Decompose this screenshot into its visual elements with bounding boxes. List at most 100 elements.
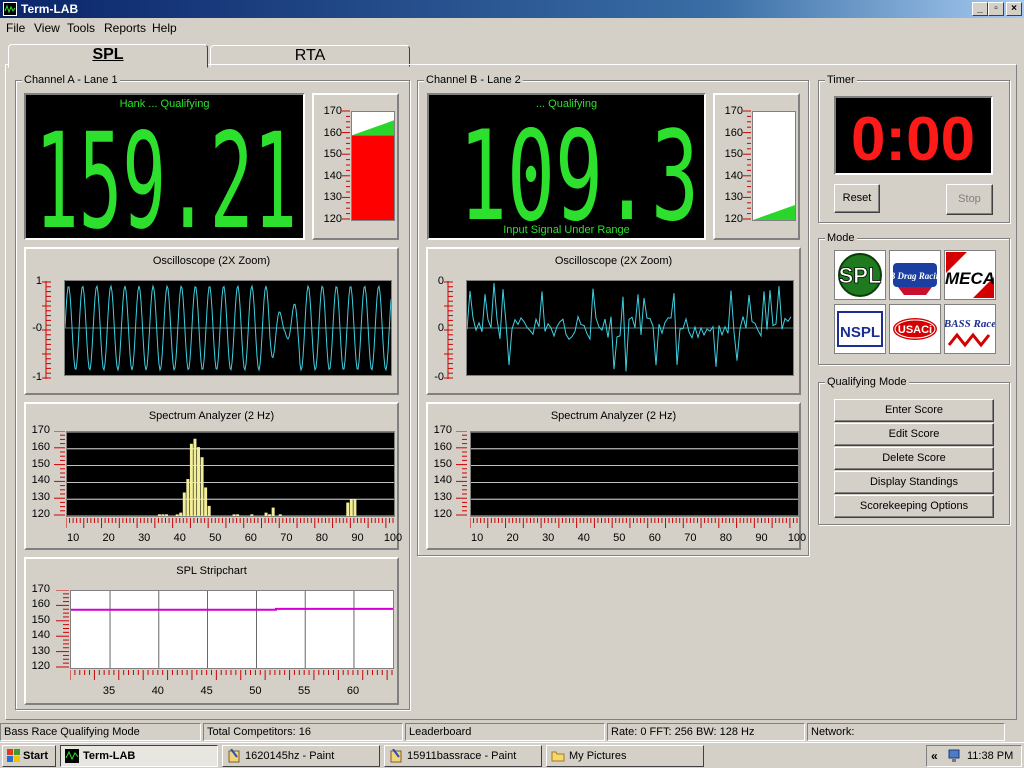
edit-score-button[interactable]: Edit Score [834,423,994,446]
mode-db-drag-logo[interactable]: dB Drag Racing [889,250,941,300]
status-bar: Bass Race Qualifying Mode Total Competit… [0,723,1024,741]
channel-a-spectrum-analyzer: Spectrum Analyzer (2 Hz) 170 160 150 140 130… [24,402,402,550]
spectrum-x-tick: 30 [542,532,555,544]
svg-text:USACi: USACi [898,324,932,336]
channel-b-spectrum-plot [470,431,799,517]
svg-text:SPL: SPL [839,263,882,288]
close-button[interactable]: × [1006,2,1022,16]
enter-score-button[interactable]: Enter Score [834,399,994,422]
taskbar-item-term-lab[interactable]: Term-LAB [60,745,218,767]
stop-button[interactable]: Stop [946,184,993,215]
strip-y-ruler [56,590,69,668]
strip-y-tick: 160 [31,598,50,611]
channel-b-oscilloscope: Oscilloscope (2X Zoom) 0 0 -0 [426,247,801,395]
level-fill [352,135,394,220]
start-button[interactable]: Start [2,745,56,767]
channel-a-scope-title: Oscilloscope (2X Zoom) [152,255,271,267]
status-network: Network: [807,723,1005,741]
tray-chevron-icon[interactable]: « [931,749,938,763]
menu-reports[interactable]: Reports [104,21,146,35]
spectrum-y-ruler [456,431,467,516]
spl-logo-icon: SPL [838,253,882,297]
bar-scale-tick: 140 [724,169,743,182]
timer-value: 0:00 [851,105,975,174]
spectrum-y-tick: 130 [433,491,452,504]
strip-x-tick: 55 [298,685,311,697]
bar-scale-tick: 150 [323,148,342,161]
channel-a-scope-plot [64,280,392,376]
folder-icon [551,749,565,763]
bar-scale-tick: 120 [323,213,342,225]
bar-scale-tick: 160 [323,126,342,139]
mode-usaci-logo[interactable]: USACi [889,304,941,354]
channel-b-level-bar: 170 160 150 140 130 120 [713,93,800,240]
strip-x-tick: 50 [249,685,262,697]
menu-bar: File View Tools Reports Help [0,19,1024,37]
scope-tick: 0 [437,322,444,334]
taskbar-item-label: My Pictures [569,750,627,762]
spectrum-x-tick: 50 [209,532,222,544]
reset-button[interactable]: Reset [834,184,880,213]
strip-ruler [70,670,393,680]
bar-scale-tick: 170 [724,105,743,117]
menu-file[interactable]: File [6,21,25,35]
bar-scale-tick: 130 [323,191,342,204]
spectrum-bar [232,514,236,516]
scorekeeping-options-button[interactable]: Scorekeeping Options [834,495,994,518]
paint-icon [227,748,241,763]
spectrum-bar [186,479,190,516]
windows-logo-icon [7,749,21,763]
level-indicator [753,205,795,220]
spectrum-bar [161,514,165,516]
spectrum-y-tick: 160 [31,440,50,453]
taskbar-item-my-pictures[interactable]: My Pictures [546,745,704,767]
qualifying-mode-label: Qualifying Mode [825,376,909,388]
taskbar-item-paint-1[interactable]: 1620145hz - Paint [222,745,380,767]
timer-text: 0:00 [851,105,975,173]
bar-scale-tick: 120 [724,213,743,225]
tab-spl[interactable]: SPL [8,44,208,68]
mode-nspl-logo[interactable]: NSPL [834,304,886,354]
svg-text:BASS Race: BASS Race [945,318,995,330]
spectrum-bar [346,502,350,516]
mode-bass-race-logo[interactable]: BASS Race [944,304,996,354]
taskbar-item-paint-2[interactable]: 15911bassrace - Paint [384,745,542,767]
taskbar-item-label: 15911bassrace - Paint [407,750,517,762]
channel-a-stripchart: SPL Stripchart 170 160 150 140 130 120 35 40 45… [24,557,399,705]
maximize-button[interactable]: ▫ [988,2,1004,16]
channel-a-spectrum-plot [66,431,395,517]
term-lab-icon [65,749,79,763]
network-icon[interactable] [947,749,961,766]
spectrum-x-tick: 10 [66,532,80,544]
spectrum-bar [157,514,161,516]
display-standings-button[interactable]: Display Standings [834,471,994,494]
taskbar-item-label: Term-LAB [83,750,136,762]
spectrum-y-ruler [54,431,65,516]
channel-b-level-track [752,111,796,221]
spectrum-x-tick: 60 [648,532,661,544]
spectrum-bar [175,514,179,516]
delete-score-button[interactable]: Delete Score [834,447,994,470]
spectrum-y-tick: 170 [31,424,50,436]
channel-a-oscilloscope: Oscilloscope (2X Zoom) 1 -0 -1 [24,247,399,395]
channel-a-spectrum-title: Spectrum Analyzer (2 Hz) [148,410,275,422]
spectrum-y-tick: 120 [31,508,50,520]
minimize-button[interactable]: _ [972,2,988,16]
spectrum-x-tick: 70 [684,532,697,544]
mode-spl-logo[interactable]: SPL [834,250,886,300]
menu-tools[interactable]: Tools [67,21,95,35]
spectrum-x-tick: 20 [506,532,519,544]
svg-text:dB Drag Racing: dB Drag Racing [890,271,940,281]
scope-tick: 1 [35,275,42,287]
scope-tick: 0 [437,275,444,287]
channel-b-spl-display: ... Qualifying 109.3 Input Signal Under … [427,93,706,240]
spectrum-bar [278,514,282,516]
menu-help[interactable]: Help [152,21,177,35]
timer-label: Timer [825,74,857,86]
window-title: Term-LAB [21,2,79,16]
system-tray: « 11:38 PM [926,745,1022,767]
scope-tick: -0 [434,371,444,383]
nspl-logo-icon: NSPL [837,311,883,347]
menu-view[interactable]: View [34,21,60,35]
mode-meca-logo[interactable]: MECA [944,250,996,300]
